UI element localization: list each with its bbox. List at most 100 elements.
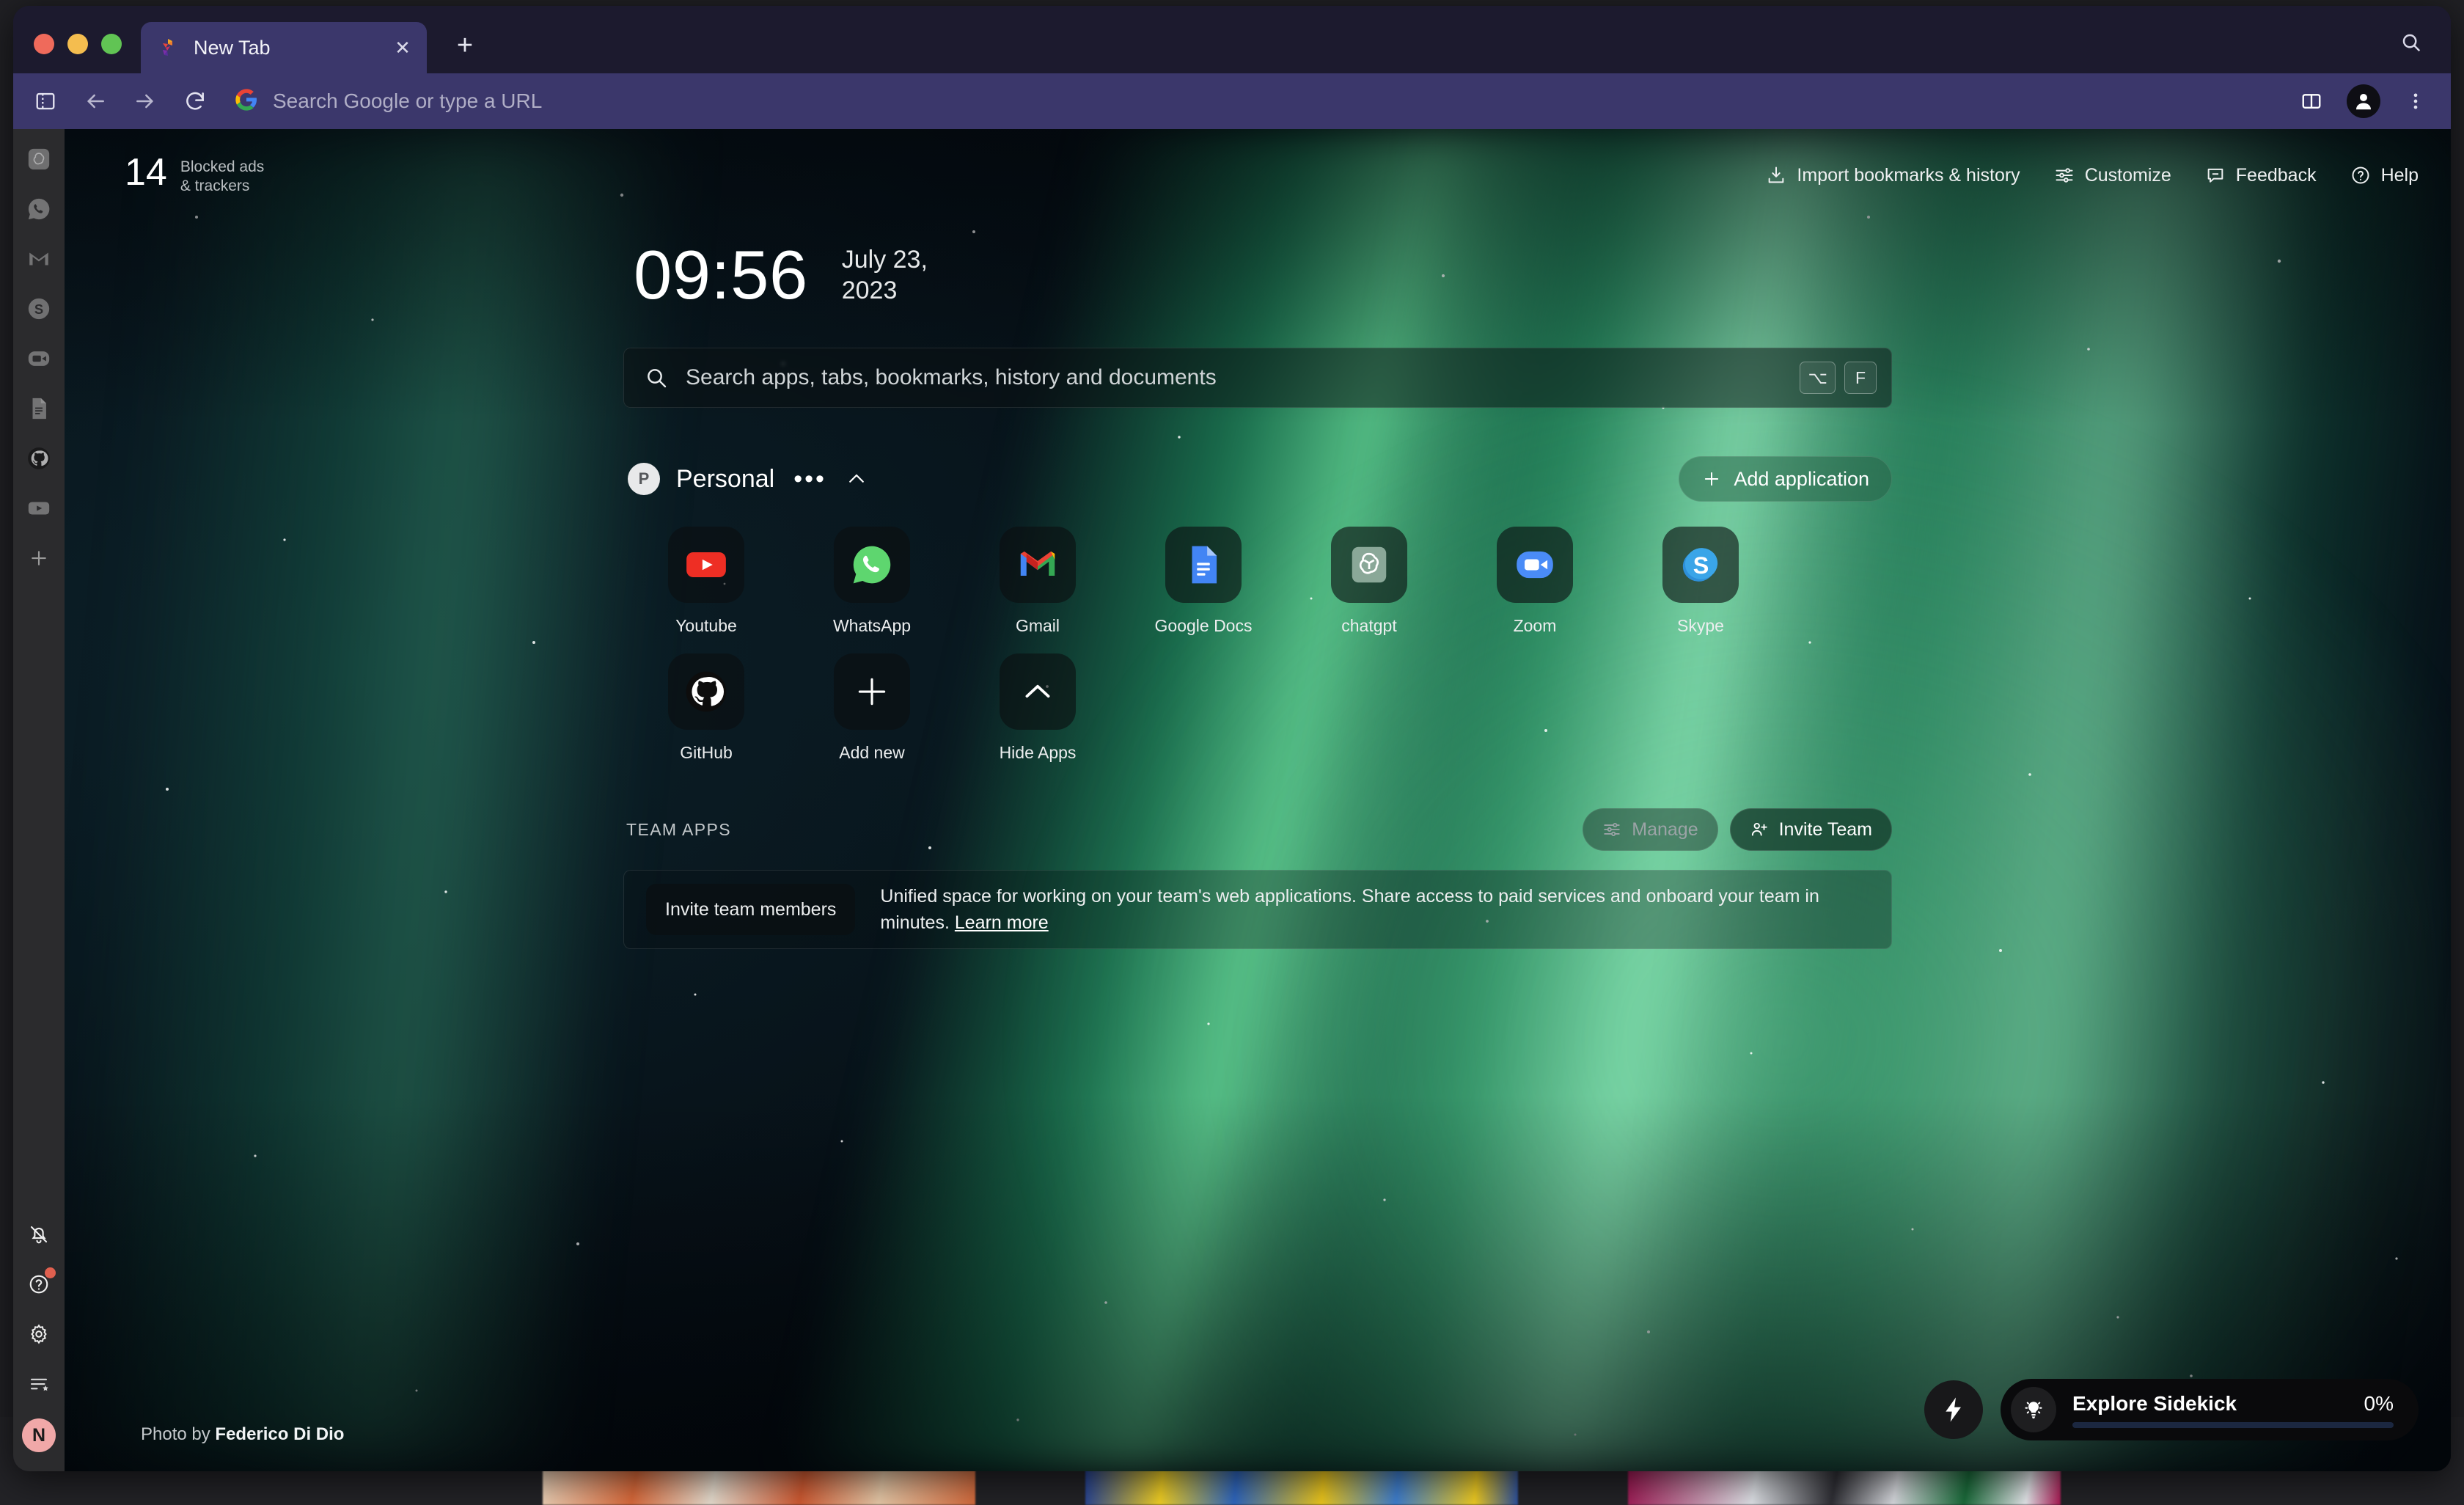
app-label: chatgpt: [1341, 616, 1397, 635]
app-tile-github[interactable]: GitHub: [623, 653, 789, 763]
svg-text:S: S: [34, 301, 43, 317]
search-icon[interactable]: [2397, 28, 2426, 57]
sidebar-item-chatgpt[interactable]: [22, 142, 56, 176]
sidekick-percent: 0%: [2364, 1391, 2394, 1415]
team-invite-banner: Invite team members Unified space for wo…: [623, 870, 1892, 949]
add-application-button[interactable]: Add application: [1679, 456, 1892, 502]
import-bookmarks-button[interactable]: Import bookmarks & history: [1766, 165, 2020, 186]
manage-button[interactable]: Manage: [1583, 808, 1718, 851]
lightbulb-icon: [2011, 1387, 2056, 1432]
workspace-identity: P Personal •••: [623, 463, 868, 495]
google-docs-icon: [1165, 527, 1242, 603]
sidekick-progress-line: Explore Sidekick 0%: [2072, 1392, 2394, 1416]
team-apps-actions: Manage Invite Team: [1583, 808, 1892, 851]
app-tile-hide-apps[interactable]: Hide Apps: [955, 653, 1121, 763]
feedback-icon: [2207, 168, 2223, 183]
shortcut-key-option: ⌥: [1800, 362, 1836, 394]
workspace-more-menu[interactable]: •••: [791, 466, 829, 491]
chevron-up-icon[interactable]: [846, 468, 868, 490]
lightning-bolt-icon[interactable]: [1924, 1380, 1983, 1439]
sidebar-item-gmail[interactable]: [22, 242, 56, 276]
sliders-icon: [2056, 168, 2073, 183]
import-icon: [1769, 166, 1784, 183]
workspace-name[interactable]: Personal: [676, 465, 774, 494]
workspace-header: P Personal ••• Add application: [623, 456, 1892, 502]
app-label: Hide Apps: [999, 743, 1077, 762]
clock-date: July 23, 2023: [842, 244, 928, 307]
split-view-icon[interactable]: [2295, 85, 2328, 117]
app-tile-chatgpt[interactable]: chatgpt: [1286, 527, 1452, 636]
sidebar-item-google-docs[interactable]: [22, 392, 56, 425]
search-input[interactable]: Search apps, tabs, bookmarks, history an…: [623, 348, 1892, 408]
invite-team-members-button[interactable]: Invite team members: [646, 884, 856, 935]
sliders-icon: [1604, 822, 1620, 837]
app-tile-zoom[interactable]: Zoom: [1452, 527, 1618, 636]
help-button[interactable]: Help: [2350, 165, 2419, 186]
workspace-avatar: P: [628, 463, 660, 495]
learn-more-link[interactable]: Learn more: [955, 912, 1049, 933]
explore-sidekick-card[interactable]: Explore Sidekick 0%: [2001, 1379, 2419, 1440]
app-tile-skype[interactable]: S Skype: [1618, 527, 1783, 636]
skype-icon: S: [1662, 527, 1739, 603]
help-label: Help: [2380, 164, 2419, 186]
import-bookmarks-label: Import bookmarks & history: [1797, 164, 2020, 186]
sidebar-item-zoom[interactable]: [22, 342, 56, 376]
clock-row: 09:56 July 23, 2023: [623, 241, 1892, 310]
question-circle-icon[interactable]: [23, 1267, 56, 1300]
team-apps-title: TEAM APPS: [626, 819, 731, 839]
sidebar-item-github[interactable]: [22, 442, 56, 475]
three-dot-menu-icon[interactable]: [2399, 85, 2432, 117]
profile-avatar-icon[interactable]: [2347, 84, 2380, 118]
sidebar-toggle-icon[interactable]: [29, 85, 62, 117]
list-star-icon[interactable]: [23, 1369, 54, 1399]
app-tile-add-new[interactable]: Add new: [789, 653, 955, 763]
notification-badge: [45, 1267, 56, 1278]
bell-off-icon[interactable]: [23, 1219, 54, 1250]
maximize-window-button[interactable]: [101, 34, 122, 54]
sidekick-title: Explore Sidekick: [2072, 1391, 2237, 1415]
new-tab-page: 14 Blocked ads & trackers Import bookmar…: [65, 129, 2451, 1471]
app-tile-whatsapp[interactable]: WhatsApp: [789, 527, 955, 636]
gear-icon[interactable]: [23, 1319, 54, 1350]
feedback-button[interactable]: Feedback: [2205, 165, 2317, 186]
close-window-button[interactable]: [34, 34, 54, 54]
chatgpt-icon: [1331, 527, 1407, 603]
blocked-trackers-counter: 14 Blocked ads & trackers: [97, 153, 264, 197]
manage-label: Manage: [1632, 819, 1698, 840]
window-content: S N 14 Blocked ads & trackers Import boo…: [13, 129, 2451, 1471]
new-tab-button[interactable]: +: [446, 26, 484, 65]
arrow-right-icon[interactable]: [129, 85, 161, 117]
sidebar-add-app-icon[interactable]: [22, 541, 56, 575]
close-icon[interactable]: ✕: [390, 35, 415, 60]
avatar[interactable]: N: [22, 1418, 56, 1452]
tab-title: New Tab: [194, 36, 271, 59]
browser-tab[interactable]: New Tab ✕: [141, 22, 427, 73]
app-tile-youtube[interactable]: Youtube: [623, 527, 789, 636]
app-tile-gmail[interactable]: Gmail: [955, 527, 1121, 636]
github-icon: [668, 653, 744, 730]
app-tile-google-docs[interactable]: Google Docs: [1121, 527, 1286, 636]
google-icon: [235, 88, 258, 115]
svg-text:S: S: [1693, 552, 1709, 579]
omnibox-placeholder: Search Google or type a URL: [273, 89, 543, 112]
clock-date-line1: July 23,: [841, 245, 928, 274]
sidekick-progress-track: [2072, 1421, 2394, 1428]
window-traffic-lights[interactable]: [13, 34, 122, 73]
search-shortcut-keys: ⌥ F: [1800, 362, 1877, 394]
arrow-left-icon[interactable]: [79, 85, 111, 117]
search-icon: [648, 369, 667, 388]
omnibox[interactable]: Search Google or type a URL: [229, 83, 2278, 120]
sidekick-progress-body: Explore Sidekick 0%: [2072, 1392, 2394, 1428]
youtube-icon: [668, 527, 744, 603]
customize-button[interactable]: Customize: [2054, 165, 2171, 186]
sidebar-item-youtube[interactable]: [22, 491, 56, 525]
reload-icon[interactable]: [179, 85, 211, 117]
new-tab-main-column: 09:56 July 23, 2023 Search apps, tabs, b…: [623, 241, 1892, 949]
minimize-window-button[interactable]: [67, 34, 88, 54]
help-circle-icon: [2352, 166, 2369, 184]
browser-window: New Tab ✕ + Search Google or type a URL …: [13, 6, 2451, 1471]
sidebar-item-whatsapp[interactable]: [22, 192, 56, 226]
person-add-icon: [1751, 822, 1767, 836]
sidebar-item-skype[interactable]: S: [22, 292, 56, 326]
invite-team-button[interactable]: Invite Team: [1729, 808, 1892, 851]
